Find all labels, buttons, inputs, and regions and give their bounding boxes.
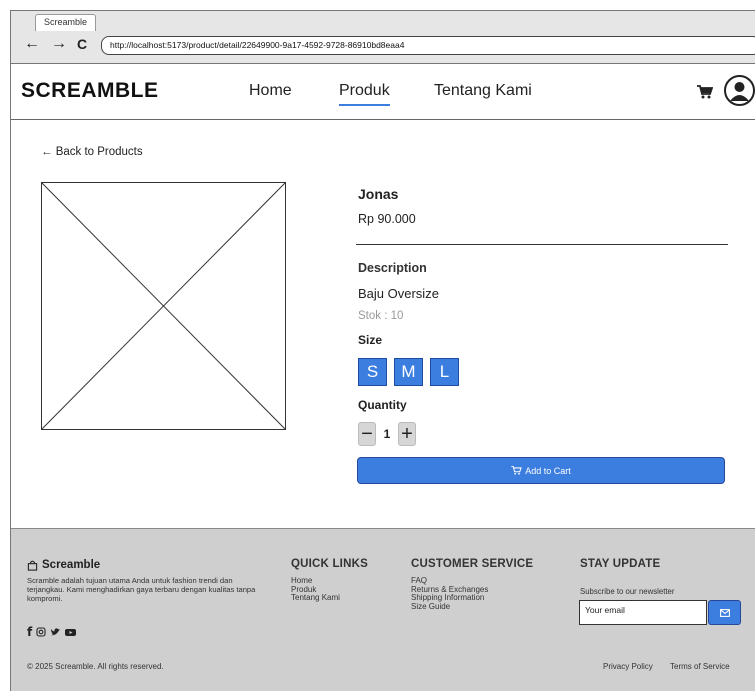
customer-service-list: FAQ Returns & Exchanges Shipping Informa…	[411, 576, 488, 612]
add-to-cart-label: Add to Cart	[525, 465, 571, 476]
twitter-icon[interactable]	[50, 627, 61, 637]
quick-links-list: Home Produk Tentang Kami	[291, 576, 340, 603]
forward-arrow-icon[interactable]: →	[51, 36, 67, 52]
footer-brand: Screamble	[27, 559, 100, 571]
stay-update-heading: STAY UPDATE	[580, 558, 661, 570]
size-heading: Size	[358, 333, 383, 347]
newsletter-email-input[interactable]: Your email	[579, 600, 707, 625]
footer-link-tentang-kami[interactable]: Tentang Kami	[291, 594, 340, 603]
instagram-icon[interactable]	[36, 627, 46, 637]
back-arrow-icon[interactable]: ←	[24, 36, 40, 52]
nav-produk[interactable]: Produk	[339, 82, 390, 106]
product-image-placeholder	[41, 182, 286, 430]
nav-tentang-kami[interactable]: Tentang Kami	[434, 82, 532, 100]
privacy-policy-link[interactable]: Privacy Policy	[603, 662, 653, 671]
size-selector: S M L	[358, 358, 459, 386]
address-bar[interactable]: http://localhost:5173/product/detail/226…	[101, 36, 755, 55]
site-header: SCREAMBLE Home Produk Tentang Kami	[11, 64, 755, 120]
footer-brand-name: Screamble	[42, 559, 101, 571]
reload-icon[interactable]: C	[77, 36, 87, 52]
description-heading: Description	[358, 261, 427, 275]
quick-links-heading: QUICK LINKS	[291, 558, 368, 570]
terms-of-service-link[interactable]: Terms of Service	[670, 662, 730, 671]
stock-info: Stok : 10	[358, 310, 404, 322]
social-links: f	[27, 625, 77, 639]
site-footer: Screamble Scramble adalah tujuan utama A…	[11, 528, 755, 691]
product-name: Jonas	[358, 186, 399, 202]
quantity-value: 1	[383, 427, 391, 441]
facebook-icon[interactable]: f	[27, 625, 32, 639]
nav-home[interactable]: Home	[249, 82, 292, 100]
increase-quantity-button[interactable]: +	[398, 422, 416, 446]
image-placeholder-cross	[41, 182, 286, 430]
quantity-heading: Quantity	[358, 398, 407, 412]
browser-tab[interactable]: Screamble	[35, 14, 97, 31]
newsletter-submit-button[interactable]	[708, 600, 741, 625]
customer-service-heading: CUSTOMER SERVICE	[411, 558, 534, 570]
add-to-cart-button[interactable]: Add to Cart	[357, 457, 725, 484]
product-price: Rp 90.000	[358, 212, 416, 226]
quantity-stepper: − 1 +	[358, 422, 416, 446]
user-avatar-icon[interactable]	[724, 75, 755, 106]
mail-icon	[719, 608, 730, 617]
decrease-quantity-button[interactable]: −	[358, 422, 376, 446]
divider	[356, 244, 728, 245]
youtube-icon[interactable]	[65, 628, 77, 637]
size-option-l[interactable]: L	[430, 358, 459, 386]
site-page: SCREAMBLE Home Produk Tentang Kami ← Bac…	[10, 64, 755, 691]
footer-link-size-guide[interactable]: Size Guide	[411, 602, 488, 612]
shopping-bag-icon	[27, 560, 38, 571]
browser-chrome: Screamble ← → C http://localhost:5173/pr…	[10, 10, 755, 64]
newsletter-text: Subscribe to our newsletter	[580, 587, 675, 596]
copyright-text: © 2025 Screamble. All rights reserved.	[27, 662, 164, 671]
back-to-products-link[interactable]: ← Back to Products	[41, 146, 143, 158]
cart-icon	[511, 466, 522, 475]
cart-icon[interactable]	[697, 85, 713, 99]
size-option-m[interactable]: M	[394, 358, 423, 386]
site-logo[interactable]: SCREAMBLE	[21, 79, 159, 103]
footer-about-text: Scramble adalah tujuan utama Anda untuk …	[27, 576, 256, 603]
product-description: Baju Oversize	[358, 286, 439, 301]
size-option-s[interactable]: S	[358, 358, 387, 386]
